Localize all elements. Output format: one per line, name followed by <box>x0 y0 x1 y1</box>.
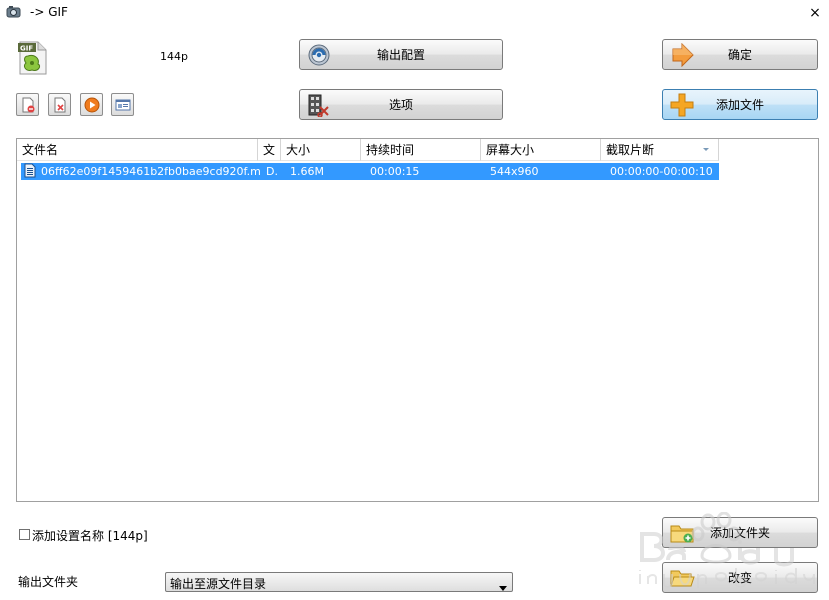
add-profile-name-checkbox[interactable] <box>19 529 30 540</box>
remove-file-button[interactable] <box>16 93 39 116</box>
column-header-size[interactable]: 大小 <box>281 139 361 161</box>
media-info-button[interactable] <box>111 93 134 116</box>
options-button[interactable]: 选项 <box>299 89 503 120</box>
output-config-button[interactable]: 输出配置 <box>299 39 503 70</box>
change-button[interactable]: 改变 <box>662 562 818 593</box>
output-config-label: 输出配置 <box>376 48 425 62</box>
profile-label: 144p <box>160 50 188 63</box>
output-folder-select[interactable]: 输出至源文件目录 <box>165 572 513 592</box>
cell-resolution: 544x960 <box>490 165 539 178</box>
close-icon: × <box>809 5 821 21</box>
column-header-clip[interactable]: 截取片断 <box>601 139 719 161</box>
remove-icon <box>22 97 35 113</box>
close-button[interactable]: × <box>804 3 826 23</box>
clear-list-button[interactable] <box>48 93 71 116</box>
add-folder-button[interactable]: 添加文件夹 <box>662 517 818 548</box>
gif-file-icon: GIF <box>16 40 48 76</box>
add-file-button[interactable]: 添加文件 <box>662 89 818 120</box>
table-row[interactable]: 06ff62e09f1459461b2fb0bae9cd920f.mp4 D. … <box>21 163 719 180</box>
column-header-type[interactable]: 文 <box>258 139 281 161</box>
output-folder-label: 输出文件夹 <box>18 575 79 589</box>
add-profile-name-label[interactable]: 添加设置名称 [144p] <box>32 527 148 544</box>
play-button[interactable] <box>80 93 103 116</box>
title-bar: -> GIF × <box>0 0 829 26</box>
add-folder-label: 添加文件夹 <box>709 526 770 540</box>
sort-arrow-icon <box>702 139 710 160</box>
chevron-down-icon <box>499 580 507 594</box>
clear-icon <box>54 97 66 113</box>
cell-type: D. <box>266 165 278 178</box>
ok-label: 确定 <box>727 48 752 62</box>
app-icon <box>6 5 22 19</box>
play-icon <box>84 97 100 113</box>
options-label: 选项 <box>388 98 413 112</box>
column-header-clip-label: 截取片断 <box>606 143 655 157</box>
column-header-duration[interactable]: 持续时间 <box>361 139 481 161</box>
ok-button[interactable]: 确定 <box>662 39 818 70</box>
info-icon <box>115 99 131 111</box>
window-title: -> GIF <box>30 5 68 19</box>
add-file-label: 添加文件 <box>715 98 764 112</box>
column-header-resolution[interactable]: 屏幕大小 <box>481 139 601 161</box>
change-label: 改变 <box>727 571 752 585</box>
file-list[interactable]: 文件名 文 大小 持续时间 屏幕大小 截取片断 06ff62e09f145946… <box>16 138 819 502</box>
output-folder-select-value: 输出至源文件目录 <box>170 577 267 591</box>
svg-text:GIF: GIF <box>20 45 33 53</box>
column-header-filename[interactable]: 文件名 <box>17 139 258 161</box>
cell-clip: 00:00:00-00:00:10 <box>610 165 713 178</box>
cell-duration: 00:00:15 <box>370 165 420 178</box>
list-header: 文件名 文 大小 持续时间 屏幕大小 截取片断 <box>17 139 719 161</box>
cell-filename: 06ff62e09f1459461b2fb0bae9cd920f.mp4 <box>41 165 260 178</box>
cell-size: 1.66M <box>290 165 324 178</box>
